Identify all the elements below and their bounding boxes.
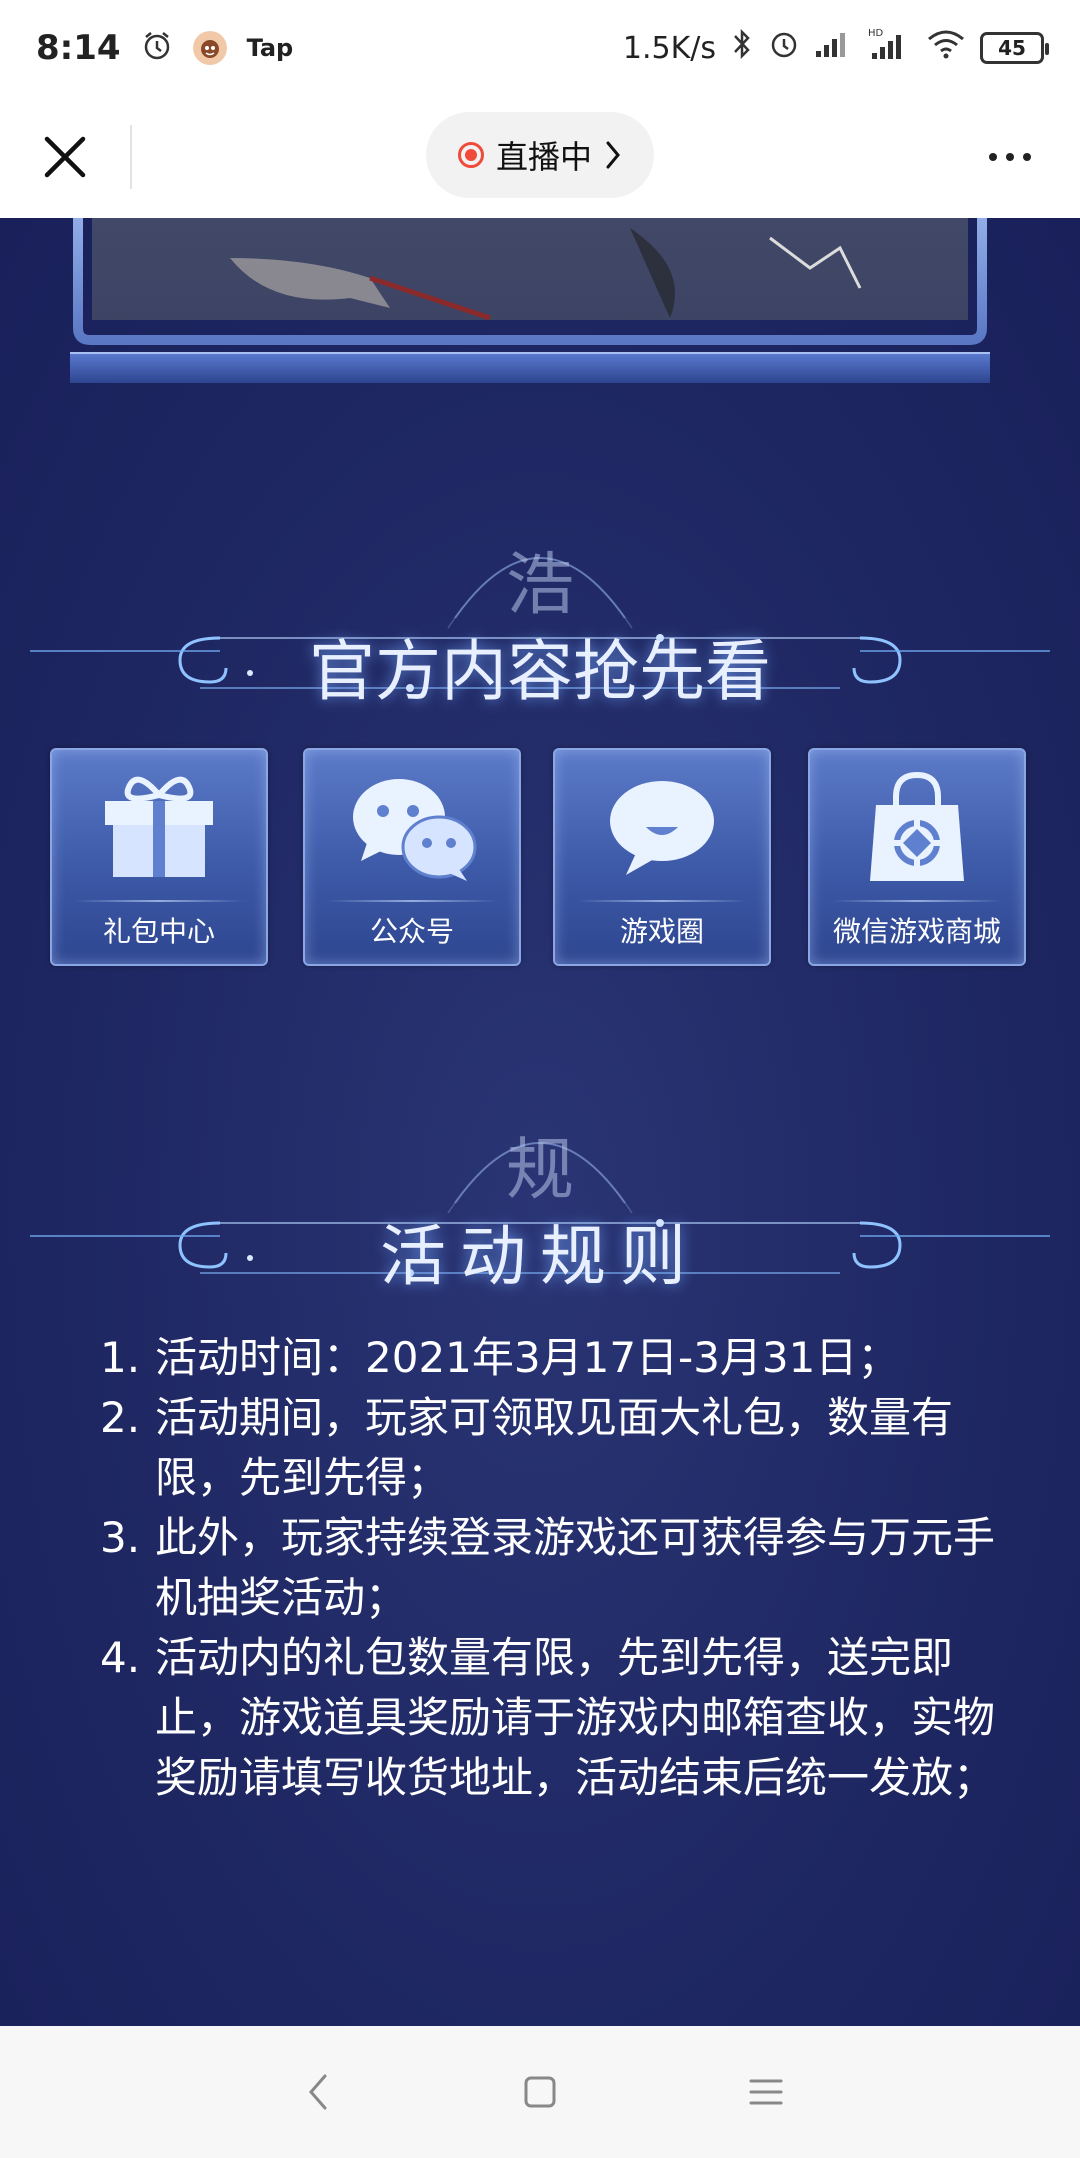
rule-item: 3. 此外，玩家持续登录游戏还可获得参与万元手机抽奖活动； (100, 1508, 1020, 1628)
more-options-button[interactable] (980, 132, 1040, 182)
status-right: 1.5K/s HD 45 (622, 27, 1049, 69)
rule-text: 活动期间，玩家可领取见面大礼包，数量有限，先到先得； (155, 1393, 954, 1502)
activity-page-content: 浩 官方内容抢先看 礼包中心 公众号 游戏圈 微信游戏商城 规 活动规则 1. … (0, 218, 1080, 2026)
rules-header: 规 活动规则 (0, 1043, 1080, 1295)
rule-number: 3. (100, 1513, 141, 1562)
rules-list: 1. 活动时间：2021年3月17日-3月31日； 2. 活动期间，玩家可领取见面大… (100, 1328, 1020, 1808)
chevron-right-icon (606, 141, 620, 169)
live-label: 直播中 (495, 138, 592, 176)
status-left: 8:14 Tap (36, 28, 623, 68)
tile-label: 游戏圈 (619, 915, 704, 948)
shopping-bag-icon (870, 771, 964, 881)
alarm-status-icon (768, 28, 800, 68)
rule-text: 活动时间：2021年3月17日-3月31日； (155, 1333, 900, 1382)
tile-label: 公众号 (369, 915, 454, 948)
game-circle-tile[interactable]: 游戏圈 (553, 748, 771, 966)
official-emblem-char: 浩 (506, 546, 574, 625)
rule-item: 1. 活动时间：2021年3月17日-3月31日； (100, 1328, 1020, 1388)
system-nav-bar (0, 2026, 1080, 2158)
app-notification-icon (192, 31, 227, 65)
rule-text: 此外，玩家持续登录游戏还可获得参与万元手机抽奖活动； (155, 1513, 996, 1622)
more-dot-icon (989, 153, 997, 161)
tile-label: 微信游戏商城 (832, 915, 1001, 948)
signal-hd-icon: HD (868, 27, 912, 69)
svg-text:HD: HD (868, 28, 884, 39)
rule-number: 4. (100, 1633, 141, 1682)
chat-bubble-icon (610, 781, 714, 875)
home-button[interactable] (512, 2064, 568, 2120)
status-time: 8:14 (36, 28, 121, 68)
rule-item: 4. 活动内的礼包数量有限，先到先得，送完即止，游戏道具奖励请于游戏内邮箱查收，实… (100, 1628, 1020, 1808)
official-content-title: 官方内容抢先看 (309, 633, 771, 710)
service-tiles: 礼包中心 公众号 游戏圈 微信游戏商城 (0, 748, 1080, 978)
more-dot-icon (1023, 153, 1031, 161)
rule-item: 2. 活动期间，玩家可领取见面大礼包，数量有限，先到先得； (100, 1388, 1020, 1508)
more-dot-icon (1006, 153, 1014, 161)
official-content-header: 浩 官方内容抢先看 (0, 458, 1080, 710)
rules-emblem-char: 规 (506, 1131, 574, 1210)
signal-icon (814, 29, 854, 67)
gift-icon (105, 776, 213, 877)
wechat-icon (353, 779, 477, 881)
close-button[interactable] (0, 96, 130, 218)
rule-number: 1. (100, 1333, 141, 1382)
rule-text: 活动内的礼包数量有限，先到先得，送完即止，游戏道具奖励请于游戏内邮箱查收，实物奖… (155, 1633, 996, 1802)
close-icon (44, 136, 86, 178)
menu-button[interactable] (738, 2064, 794, 2120)
top-nav: 直播中 (0, 96, 1080, 218)
official-account-tile[interactable]: 公众号 (303, 748, 521, 966)
home-square-icon (524, 2076, 556, 2108)
status-bar: 8:14 Tap 1.5K/s HD 45 (0, 0, 1080, 96)
battery-indicator: 45 (980, 32, 1049, 64)
tile-label: 礼包中心 (102, 915, 215, 948)
live-dot-icon (457, 142, 484, 168)
bluetooth-icon (730, 27, 754, 69)
gift-center-tile[interactable]: 礼包中心 (50, 748, 268, 966)
status-tap-label: Tap (246, 34, 294, 62)
wechat-game-mall-tile[interactable]: 微信游戏商城 (808, 748, 1026, 966)
back-chevron-icon (309, 2074, 327, 2110)
rules-title: 活动规则 (380, 1218, 700, 1295)
rule-number: 2. (100, 1393, 141, 1442)
back-button[interactable] (290, 2064, 346, 2120)
network-speed: 1.5K/s (622, 30, 716, 66)
alarm-icon (141, 30, 173, 66)
nav-divider (130, 125, 132, 189)
live-status-button[interactable]: 直播中 (426, 112, 654, 198)
wifi-icon (926, 28, 966, 68)
menu-lines-icon (749, 2079, 783, 2105)
